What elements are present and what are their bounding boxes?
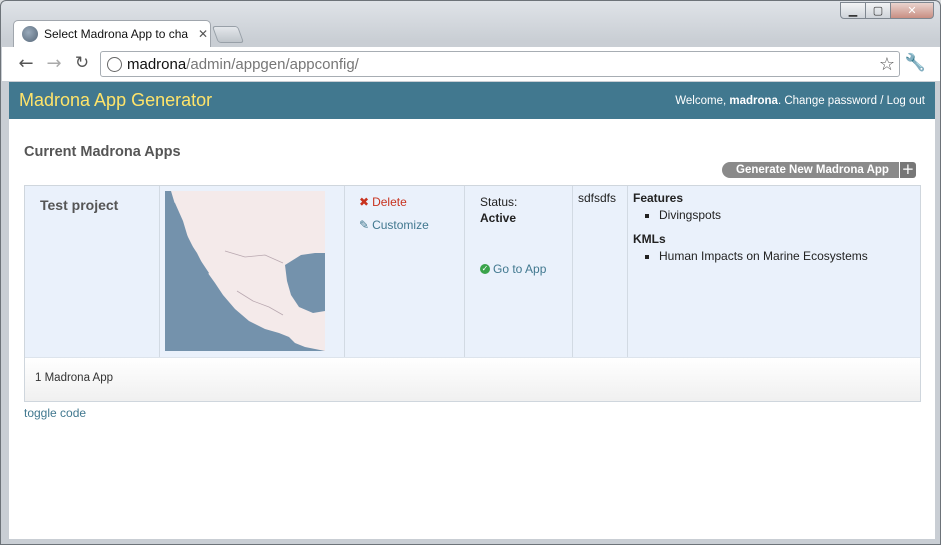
features-heading: Features [633, 191, 684, 205]
list-item: Divingspots [659, 208, 920, 222]
generate-app-label[interactable]: Generate New Madrona App [722, 161, 899, 178]
window-controls: ▁ ▢ ✕ [840, 2, 934, 19]
app-row: Test project ✖ Delete ✎ Customize Status… [25, 186, 920, 358]
browser-window: ▁ ▢ ✕ Select Madrona App to cha ✕ ← → ↻ … [0, 0, 941, 545]
customize-link[interactable]: ✎ Customize [359, 218, 464, 232]
app-title: Madrona App Generator [19, 90, 213, 110]
username: madrona [729, 94, 778, 107]
kmls-heading: KMLs [633, 232, 666, 246]
logout-link[interactable]: Log out [887, 95, 925, 107]
minimize-button[interactable]: ▁ [840, 2, 866, 19]
address-bar[interactable]: madrona/admin/appgen/appconfig/ ☆ [100, 51, 900, 77]
browser-tab[interactable]: Select Madrona App to cha ✕ [13, 20, 211, 47]
apps-count: 1 Madrona App [25, 358, 920, 401]
app-name: Test project [25, 186, 160, 357]
change-password-link[interactable]: Change password [784, 95, 877, 107]
status-label: Status: [480, 195, 518, 209]
new-tab-button[interactable] [211, 26, 245, 43]
url-host: madrona [127, 55, 187, 73]
page-content: Madrona App Generator Welcome, madrona. … [9, 82, 935, 539]
tab-title: Select Madrona App to cha [44, 27, 189, 41]
kmls-list: Human Impacts on Marine Ecosystems [659, 249, 920, 263]
page-globe-icon [107, 56, 122, 72]
app-map-thumbnail[interactable] [160, 186, 345, 357]
app-status: Status: Active ✓ Go to App [465, 186, 573, 357]
forward-arrow-icon[interactable]: → [43, 53, 65, 74]
app-header: Madrona App Generator Welcome, madrona. … [9, 82, 935, 119]
app-layers: Features Divingspots KMLs Human Impacts … [628, 186, 920, 357]
reload-icon[interactable]: ↻ [71, 53, 93, 73]
pencil-icon: ✎ [359, 218, 370, 232]
apps-table: Test project ✖ Delete ✎ Customize Status… [24, 185, 921, 402]
user-menu: Welcome, madrona. Change password / Log … [675, 95, 925, 107]
menu-separator: / [877, 94, 887, 107]
bookmark-star-icon[interactable]: ☆ [879, 54, 895, 75]
close-button[interactable]: ✕ [890, 2, 934, 19]
globe-icon [22, 26, 38, 42]
maximize-button[interactable]: ▢ [865, 2, 891, 19]
features-list: Divingspots [659, 208, 920, 222]
app-actions: ✖ Delete ✎ Customize [345, 186, 465, 357]
browser-toolbar: ← → ↻ madrona/admin/appgen/appconfig/ ☆ … [2, 47, 940, 82]
welcome-prefix: Welcome, [675, 94, 730, 107]
delete-label[interactable]: Delete [372, 195, 407, 209]
generate-app-button[interactable]: Generate New Madrona App + [722, 161, 916, 178]
check-circle-icon: ✓ [480, 264, 490, 274]
customize-label[interactable]: Customize [372, 218, 429, 232]
app-code: sdfsdfs [573, 186, 628, 357]
url-path: /admin/appgen/appconfig/ [186, 55, 359, 73]
delete-x-icon: ✖ [359, 195, 370, 209]
back-arrow-icon[interactable]: ← [15, 53, 37, 74]
tab-close-icon[interactable]: ✕ [198, 27, 208, 41]
section-title: Current Madrona Apps [24, 144, 181, 160]
toggle-code-link[interactable]: toggle code [24, 406, 86, 420]
plus-icon[interactable]: + [898, 161, 916, 178]
map-image [165, 191, 325, 351]
list-item: Human Impacts on Marine Ecosystems [659, 249, 920, 263]
url-text[interactable]: madrona/admin/appgen/appconfig/ [127, 56, 359, 73]
wrench-icon[interactable]: 🔧 [905, 53, 926, 73]
delete-link[interactable]: ✖ Delete [359, 195, 464, 209]
go-to-app-link[interactable]: ✓ Go to App [480, 262, 572, 276]
go-to-app-label[interactable]: Go to App [493, 262, 546, 276]
status-value: Active [480, 211, 517, 225]
